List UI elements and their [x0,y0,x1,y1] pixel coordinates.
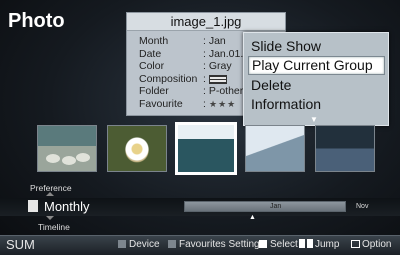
gray-button-icon [118,240,126,248]
calendar-icon [28,200,38,212]
sheep-shape [62,156,76,165]
favourites-label: Favourites Setting [179,239,260,250]
jump-label: Jump [315,239,340,250]
thumbnail-sheep[interactable] [37,125,97,172]
horizontal-lines-icon [209,74,227,84]
info-value: : Jan [203,35,226,47]
info-key: Folder [139,85,169,97]
thumbnail-daisy[interactable] [107,125,167,172]
timeline-position-icon: ▲ [249,214,256,221]
info-key: Composition [139,72,198,85]
device-label: Device [129,239,160,250]
timeline-label: Timeline [38,222,70,232]
info-value: : [203,72,206,85]
info-value: : Gray [203,60,232,72]
flower-shape [122,133,152,164]
timeline-bar[interactable] [184,201,346,212]
info-key: Favourite [139,97,183,110]
sum-logo: SUM [6,237,35,252]
app-title: Photo [8,10,65,32]
thumbnail-snow-mountain[interactable] [245,125,305,172]
favourites-hint[interactable]: Favourites Setting [168,239,260,250]
tools-popup-menu: Slide Show Play Current Group Delete Inf… [243,32,389,126]
tools-icon [351,240,360,248]
option-label: Option [362,239,392,250]
option-hint[interactable]: Option [351,239,391,250]
menu-item-slide-show[interactable]: Slide Show [248,37,385,56]
timeline-next-month[interactable]: Nov [356,201,368,212]
down-arrow-icon[interactable] [46,216,54,220]
thumbnail-coast-selected[interactable] [175,122,237,175]
gray-button-icon [168,240,176,248]
menu-item-information[interactable]: Information [248,95,385,114]
sort-mode-value[interactable]: Monthly [44,199,90,214]
menu-item-delete[interactable]: Delete [248,76,385,95]
file-name: image_1.jpg [127,13,285,31]
select-label: Select [270,239,298,250]
star-rating-icon: ★★★ [209,98,237,109]
info-key: Date [139,47,162,60]
scroll-down-icon[interactable]: ▼ [310,115,318,124]
info-key: Color [139,60,165,72]
enter-button-icon [259,240,267,248]
timeline-current-month: Jan [270,203,282,210]
skip-buttons-icon [299,239,313,248]
up-arrow-icon[interactable] [46,192,54,196]
thumbnail-cliff[interactable] [315,125,375,172]
sheep-shape [76,153,90,162]
info-key: Month [139,35,169,47]
info-value: : P-other [203,85,244,97]
photo-browser-screen: Photo image_1.jpg Month : Jan Date : Jan… [0,0,400,255]
menu-item-play-current-group[interactable]: Play Current Group [248,56,385,75]
sheep-shape [46,154,60,163]
device-hint[interactable]: Device [118,239,160,250]
info-value: : [203,97,206,110]
jump-hint[interactable]: Jump [299,239,339,250]
select-hint[interactable]: Select [259,239,298,250]
